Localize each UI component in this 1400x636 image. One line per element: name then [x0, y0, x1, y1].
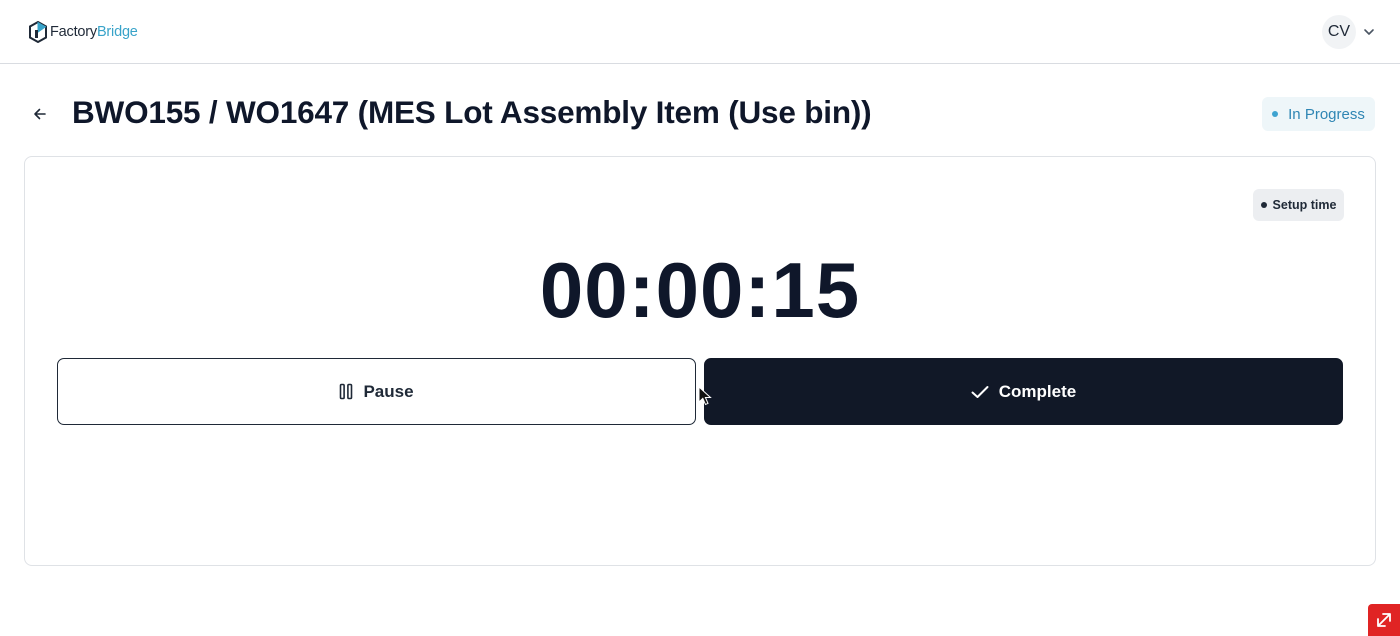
status-label: In Progress [1288, 105, 1365, 123]
pause-icon [340, 383, 353, 400]
check-icon [971, 385, 989, 398]
logo-text-factory: Factory [50, 24, 97, 40]
corner-widget-button[interactable] [1368, 604, 1400, 636]
timer-card: Setup time 00:00:15 Pause Complete [24, 156, 1376, 566]
page-header: BWO155 / WO1647 (MES Lot Assembly Item (… [0, 90, 1400, 140]
back-button[interactable] [30, 104, 50, 124]
complete-label: Complete [998, 381, 1077, 401]
arrow-left-icon [34, 108, 46, 120]
status-badge: In Progress [1262, 97, 1375, 131]
factorybridge-logo[interactable]: FactoryBridge [29, 20, 138, 44]
pause-button[interactable]: Pause [57, 358, 696, 425]
phase-label: Setup time [1272, 198, 1337, 212]
pause-label: Pause [363, 381, 414, 401]
factorybridge-logo-icon [29, 21, 47, 43]
phase-dot-icon [1260, 202, 1267, 208]
top-bar: FactoryBridge CV [0, 0, 1400, 64]
complete-button[interactable]: Complete [704, 358, 1343, 425]
chevron-down-icon[interactable] [1362, 25, 1376, 39]
expand-icon [1377, 613, 1391, 627]
elapsed-timer: 00:00:15 [539, 246, 861, 334]
phase-badge: Setup time [1253, 189, 1344, 221]
status-dot-icon [1272, 111, 1279, 117]
logo-text: FactoryBridge [50, 24, 138, 40]
mouse-cursor-icon [698, 386, 712, 406]
user-menu[interactable]: CV [1322, 15, 1376, 49]
avatar[interactable]: CV [1322, 15, 1356, 49]
logo-text-bridge: Bridge [96, 24, 138, 40]
page-title: BWO155 / WO1647 (MES Lot Assembly Item (… [72, 94, 872, 130]
